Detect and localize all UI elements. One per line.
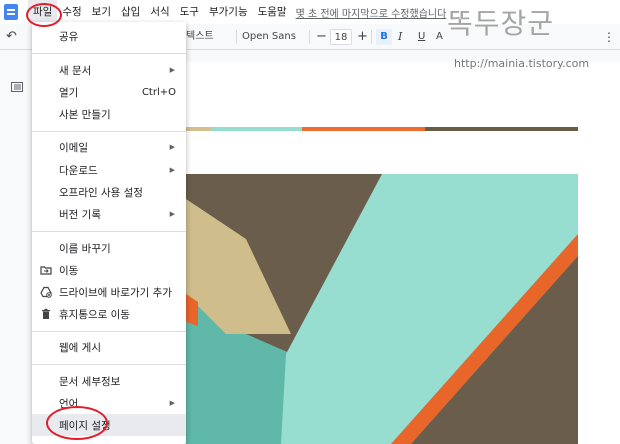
watermark-url: http://mainia.tistory.com xyxy=(454,57,590,70)
text-color-button[interactable]: A xyxy=(436,29,443,45)
menu-view[interactable]: 보기 xyxy=(87,0,116,24)
watermark-logo-text: 똑두장군 xyxy=(447,7,555,40)
file-menu-make-copy[interactable]: 사본 만들기 xyxy=(32,103,186,125)
strip-segment-orange xyxy=(302,127,425,131)
document-outline-icon[interactable] xyxy=(11,82,23,92)
open-shortcut: Ctrl+O xyxy=(141,86,176,98)
file-menu-download[interactable]: 다운로드 ▶ xyxy=(32,159,186,181)
menu-divider xyxy=(32,331,186,332)
annotation-oval-page-setup xyxy=(46,406,108,440)
italic-button[interactable]: I xyxy=(398,29,402,45)
trash-icon xyxy=(42,308,50,319)
drive-shortcut-icon xyxy=(40,286,52,298)
paragraph-style-select[interactable]: 텍스트 xyxy=(186,29,214,45)
decorative-color-strip xyxy=(186,127,578,131)
file-menu-new[interactable]: 새 문서 ▶ xyxy=(32,59,186,81)
file-menu-move[interactable]: 이동 xyxy=(32,259,186,281)
file-menu-share[interactable]: 공유 xyxy=(32,25,186,47)
strip-segment-tan xyxy=(186,127,211,131)
submenu-arrow-icon: ▶ xyxy=(169,66,175,74)
file-menu-publish-web[interactable]: 웹에 게시 xyxy=(32,336,186,358)
file-menu-offline[interactable]: 오프라인 사용 설정 xyxy=(32,181,186,203)
menu-divider xyxy=(32,231,186,232)
file-menu-document-details[interactable]: 문서 세부정보 xyxy=(32,370,186,392)
menu-divider xyxy=(32,131,186,132)
toolbar-divider xyxy=(309,30,310,44)
document-image[interactable] xyxy=(186,174,578,444)
file-menu-email[interactable]: 이메일 ▶ xyxy=(32,136,186,158)
toolbar-divider xyxy=(236,30,237,44)
folder-move-icon xyxy=(40,266,52,275)
decrease-font-size-button[interactable]: − xyxy=(316,29,327,45)
submenu-arrow-icon: ▶ xyxy=(169,210,175,218)
submenu-arrow-icon: ▶ xyxy=(169,143,175,151)
file-menu-move-to-trash[interactable]: 휴지통으로 이동 xyxy=(32,303,186,325)
annotation-oval-file-menu xyxy=(26,3,62,27)
file-menu-open[interactable]: 열기 Ctrl+O xyxy=(32,81,186,103)
menu-tools[interactable]: 도구 xyxy=(175,0,204,24)
menu-format[interactable]: 서식 xyxy=(145,0,174,24)
font-select[interactable]: Open Sans xyxy=(242,29,296,45)
file-menu-version-history[interactable]: 버전 기록 ▶ xyxy=(32,203,186,225)
strip-segment-mint xyxy=(211,127,302,131)
strip-segment-brown xyxy=(425,127,578,131)
underline-button[interactable]: U xyxy=(418,29,425,45)
menu-insert[interactable]: 삽입 xyxy=(116,0,145,24)
toolbar-divider xyxy=(371,30,372,44)
file-menu-add-shortcut[interactable]: 드라이브에 바로가기 추가 xyxy=(32,281,186,303)
font-size-input[interactable]: 18 xyxy=(330,29,352,45)
more-vert-icon[interactable]: ⋮ xyxy=(603,29,615,45)
docs-logo-icon[interactable] xyxy=(4,4,18,20)
submenu-arrow-icon: ▶ xyxy=(169,399,175,407)
menu-divider xyxy=(32,53,186,54)
menu-help[interactable]: 도움말 xyxy=(253,0,292,24)
menu-divider xyxy=(32,364,186,365)
menu-addons[interactable]: 부가기능 xyxy=(204,0,253,24)
submenu-arrow-icon: ▶ xyxy=(169,166,175,174)
undo-icon[interactable]: ↶ xyxy=(6,29,17,45)
bold-button[interactable]: B xyxy=(376,29,392,45)
increase-font-size-button[interactable]: + xyxy=(357,29,368,45)
file-menu-rename[interactable]: 이름 바꾸기 xyxy=(32,237,186,259)
text-color-letter: A xyxy=(436,31,443,42)
last-edit-link[interactable]: 몇 초 전에 마지막으로 수정했습니다 xyxy=(296,5,447,20)
file-menu-dropdown: 공유 새 문서 ▶ 열기 Ctrl+O 사본 만들기 이메일 ▶ 다운로드 ▶ … xyxy=(32,22,186,444)
